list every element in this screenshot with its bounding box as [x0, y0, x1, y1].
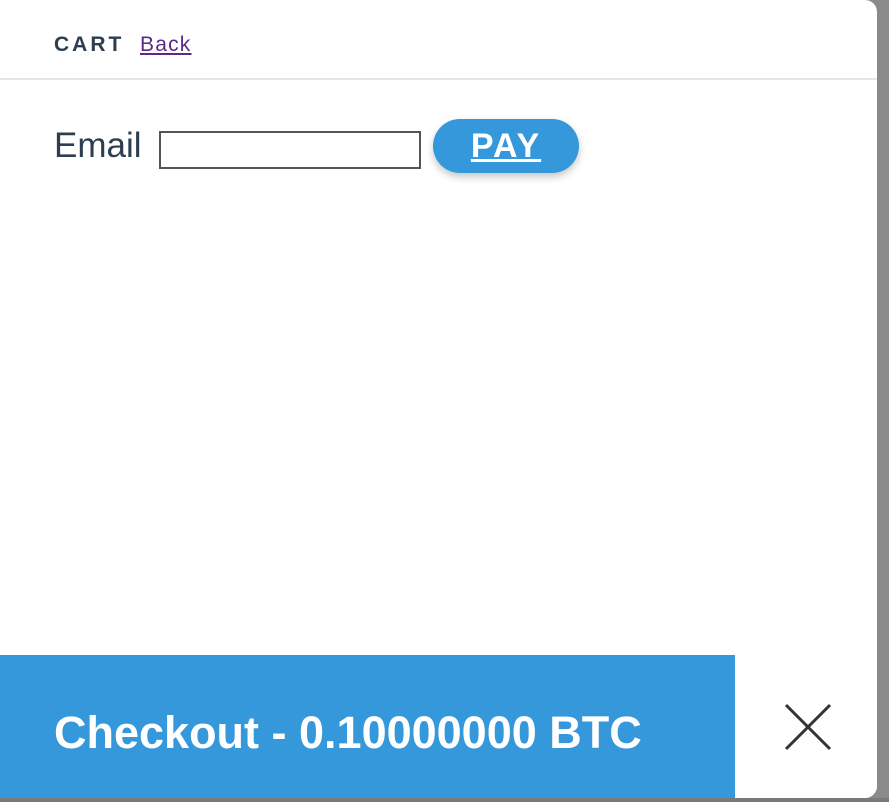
- email-label: Email: [54, 126, 142, 165]
- checkout-button[interactable]: Checkout - 0.10000000 BTC: [0, 655, 735, 798]
- cart-title: CART: [54, 33, 125, 56]
- cart-panel: CART Back Email PAY Checkout - 0.1000000…: [0, 0, 877, 798]
- back-link[interactable]: Back: [140, 33, 192, 57]
- pay-button[interactable]: PAY: [433, 119, 579, 173]
- cart-header: CART Back: [0, 0, 877, 80]
- window-bottom-edge: [0, 798, 889, 802]
- checkout-label: Checkout - 0.10000000 BTC: [54, 707, 642, 758]
- close-button[interactable]: [735, 655, 877, 798]
- window-edge: [877, 0, 889, 802]
- close-icon: [784, 703, 832, 751]
- email-input[interactable]: [159, 131, 421, 169]
